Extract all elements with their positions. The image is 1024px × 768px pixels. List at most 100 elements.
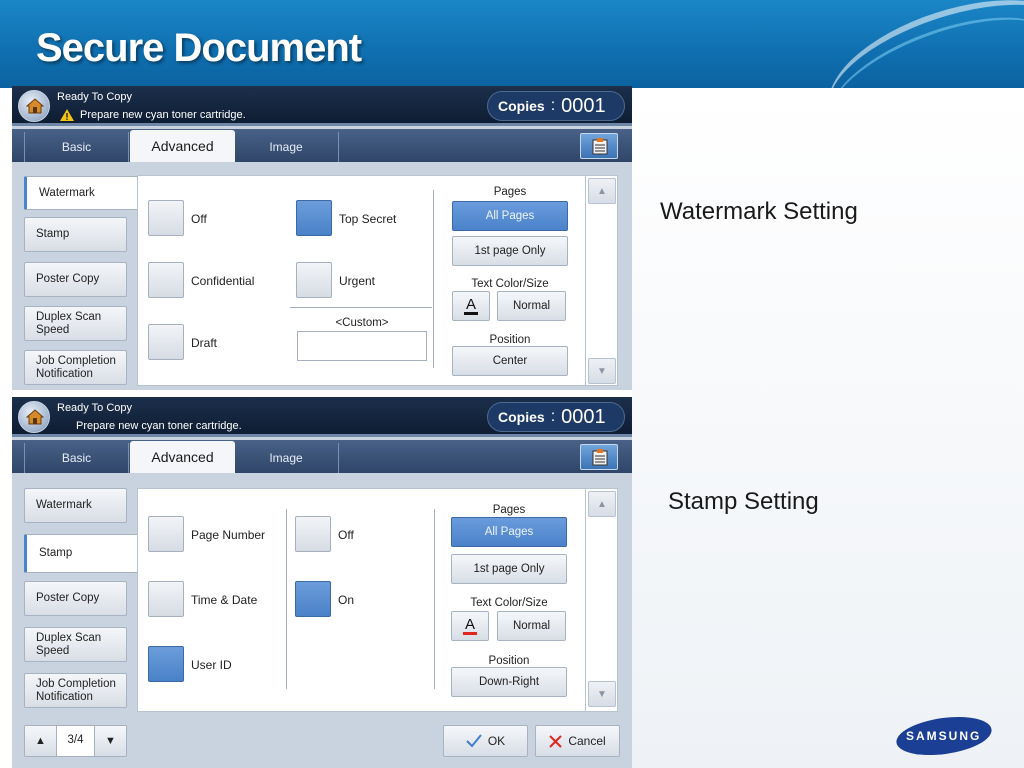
text-color-button[interactable]: A — [452, 291, 490, 321]
position-button[interactable]: Center — [452, 346, 568, 376]
tab-image[interactable]: Image — [234, 132, 339, 162]
option-label-top-secret: Top Secret — [339, 212, 397, 226]
all-pages-button[interactable]: All Pages — [451, 517, 567, 547]
slide-title: Secure Document — [36, 26, 362, 70]
position-button[interactable]: Down-Right — [451, 667, 567, 697]
tab-bar: Basic Advanced Image — [12, 440, 632, 473]
caption-stamp-setting: Stamp Setting — [668, 488, 819, 515]
slide-background — [632, 88, 1024, 768]
status-message: Prepare new cyan toner cartridge. — [60, 109, 246, 121]
tab-bar: Basic Advanced Image — [12, 129, 632, 162]
option-label-stamp-off: Off — [338, 528, 354, 542]
pages-title: Pages — [492, 504, 526, 516]
checkbox-urgent[interactable] — [296, 262, 332, 298]
tab-advanced[interactable]: Advanced — [130, 130, 235, 162]
custom-label: <Custom> — [335, 317, 389, 329]
custom-text-input[interactable] — [297, 331, 427, 361]
copies-label: Copies — [498, 98, 545, 114]
text-color-icon: A — [463, 296, 478, 315]
sidebar-item-duplex-scan-speed[interactable]: Duplex Scan Speed — [24, 306, 127, 341]
option-label-page-number: Page Number — [191, 528, 266, 542]
checkbox-user-id[interactable] — [148, 646, 184, 682]
checkbox-time-date[interactable] — [148, 581, 184, 617]
page-down-button[interactable]: ▼ — [94, 726, 126, 756]
status-message-text: Prepare new cyan toner cartridge. — [80, 109, 246, 121]
status-message-text: Prepare new cyan toner cartridge. — [76, 420, 242, 432]
scroll-down-button[interactable]: ▼ — [588, 681, 616, 707]
copies-value: 0001 — [561, 405, 606, 428]
page-up-button[interactable]: ▲ — [25, 726, 57, 756]
first-page-only-button[interactable]: 1st page Only — [452, 236, 568, 266]
copies-counter[interactable]: Copies : 0001 — [487, 91, 625, 121]
scrollbar[interactable]: ▲ ▼ — [586, 175, 618, 386]
scroll-down-button[interactable]: ▼ — [588, 358, 616, 384]
status-ready-text: Ready To Copy — [57, 91, 133, 103]
watermark-panel: Ready To Copy Prepare new cyan toner car… — [12, 86, 632, 390]
clipboard-icon — [592, 138, 608, 155]
close-icon — [549, 734, 563, 748]
stamp-panel: Ready To Copy Prepare new cyan toner car… — [12, 397, 632, 768]
copies-colon: : — [550, 97, 556, 114]
checkbox-top-secret[interactable] — [296, 200, 332, 236]
cancel-label: Cancel — [568, 734, 606, 748]
sidebar-item-poster-copy[interactable]: Poster Copy — [24, 262, 127, 297]
warning-icon — [60, 109, 74, 121]
sidebar-item-stamp[interactable]: Stamp — [24, 217, 127, 252]
tab-basic[interactable]: Basic — [24, 132, 129, 162]
status-ready-text: Ready To Copy — [57, 402, 133, 414]
scrollbar[interactable]: ▲ ▼ — [586, 488, 618, 712]
job-list-button[interactable] — [580, 133, 618, 159]
page-indicator: 3/4 — [67, 734, 84, 746]
home-icon[interactable] — [18, 90, 50, 122]
checkbox-page-number[interactable] — [148, 516, 184, 552]
samsung-logo-text: SAMSUNG — [906, 729, 982, 743]
option-label-user-id: User ID — [191, 658, 232, 672]
divider — [290, 307, 432, 308]
ok-button[interactable]: OK — [443, 725, 528, 757]
home-icon[interactable] — [18, 401, 50, 433]
footer-bar: ▲ 3/4 ▼ OK Cancel — [12, 719, 632, 768]
checkmark-icon — [466, 734, 482, 748]
checkbox-confidential[interactable] — [148, 262, 184, 298]
page-navigator: ▲ 3/4 ▼ — [24, 725, 127, 757]
copies-label: Copies — [498, 409, 545, 425]
checkbox-stamp-on[interactable] — [295, 581, 331, 617]
text-color-icon: A — [462, 616, 477, 635]
sidebar-item-watermark[interactable]: Watermark — [24, 176, 142, 210]
slide-header: Secure Document — [0, 0, 1024, 88]
job-list-button[interactable] — [580, 444, 618, 470]
divider — [434, 509, 435, 689]
sidebar-item-job-completion-notification[interactable]: Job Completion Notification — [24, 673, 127, 708]
status-bar: Ready To Copy Prepare new cyan toner car… — [12, 397, 632, 437]
sidebar-item-stamp[interactable]: Stamp — [24, 534, 142, 573]
clipboard-icon — [592, 449, 608, 466]
tab-advanced[interactable]: Advanced — [130, 441, 235, 473]
copies-colon: : — [550, 408, 556, 425]
divider — [433, 190, 434, 368]
cancel-button[interactable]: Cancel — [535, 725, 620, 757]
copies-value: 0001 — [561, 94, 606, 117]
text-color-button[interactable]: A — [451, 611, 489, 641]
option-label-time-date: Time & Date — [191, 593, 258, 607]
tab-image[interactable]: Image — [234, 443, 339, 473]
all-pages-button[interactable]: All Pages — [452, 201, 568, 231]
checkbox-off[interactable] — [148, 200, 184, 236]
ok-label: OK — [487, 734, 506, 748]
sidebar-item-watermark[interactable]: Watermark — [24, 488, 127, 523]
sidebar-item-job-completion-notification[interactable]: Job Completion Notification — [24, 350, 127, 385]
copies-counter[interactable]: Copies : 0001 — [487, 402, 625, 432]
text-size-button[interactable]: Normal — [497, 611, 566, 641]
sidebar-item-duplex-scan-speed[interactable]: Duplex Scan Speed — [24, 627, 127, 662]
tab-basic[interactable]: Basic — [24, 443, 129, 473]
option-label-draft: Draft — [191, 336, 218, 350]
scroll-up-button[interactable]: ▲ — [588, 491, 616, 517]
checkbox-draft[interactable] — [148, 324, 184, 360]
checkbox-stamp-off[interactable] — [295, 516, 331, 552]
sidebar-item-poster-copy[interactable]: Poster Copy — [24, 581, 127, 616]
text-size-button[interactable]: Normal — [497, 291, 566, 321]
stamp-options-area: Page Number Time & Date User ID Off On P… — [137, 488, 586, 712]
first-page-only-button[interactable]: 1st page Only — [451, 554, 567, 584]
position-title: Position — [488, 655, 530, 667]
scroll-up-button[interactable]: ▲ — [588, 178, 616, 204]
status-bar: Ready To Copy Prepare new cyan toner car… — [12, 86, 632, 126]
